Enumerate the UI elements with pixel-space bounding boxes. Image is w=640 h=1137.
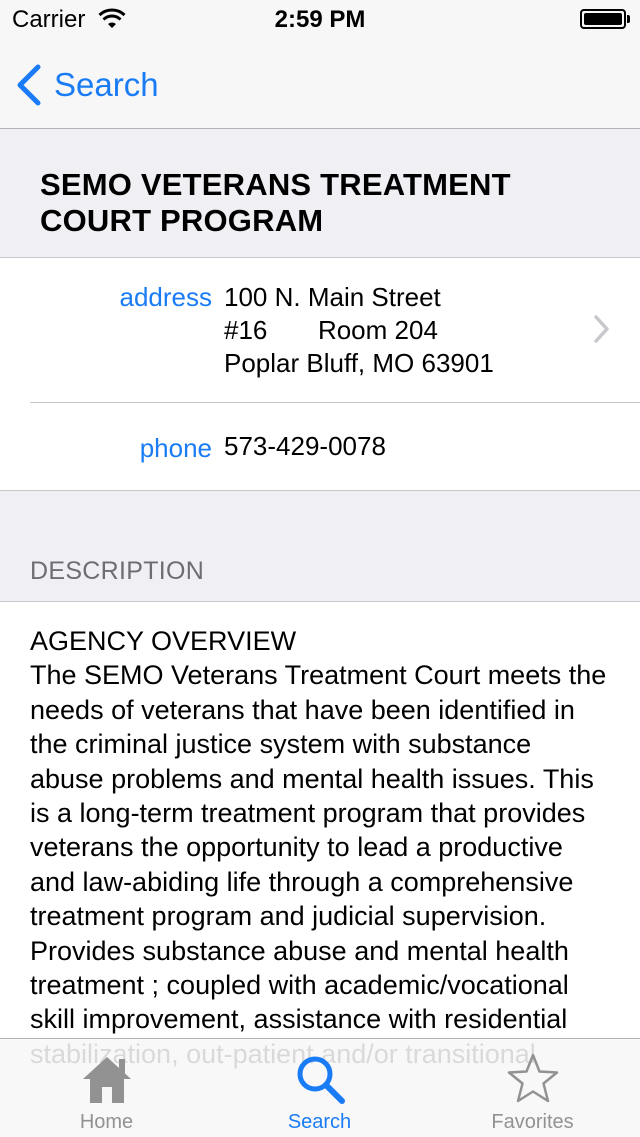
back-button[interactable]: Search (14, 62, 159, 108)
clock: 2:59 PM (274, 6, 366, 33)
phone-value: 573-429-0078 (224, 431, 386, 461)
phone-row[interactable]: phone 573-429-0078 (0, 403, 640, 490)
contact-section: address 100 N. Main Street #16 Room 204 … (0, 258, 640, 491)
address-line: #16 Room 204 (224, 315, 438, 345)
tab-search[interactable]: Search (213, 1039, 426, 1137)
tab-search-label: Search (287, 1111, 352, 1133)
tab-home[interactable]: Home (0, 1039, 213, 1137)
address-line: Poplar Bluff, MO 63901 (224, 348, 494, 378)
navigation-bar: Search (0, 40, 640, 129)
tab-favorites-label: Favorites (491, 1111, 574, 1133)
tab-home-label: Home (79, 1111, 134, 1133)
description-header: DESCRIPTION (0, 491, 640, 602)
title-section: SEMO VETERANS TREATMENT COURT PROGRAM (0, 129, 640, 258)
search-icon (297, 1056, 345, 1104)
address-row[interactable]: address 100 N. Main Street #16 Room 204 … (0, 258, 640, 402)
star-icon (507, 1053, 558, 1103)
description-header-label: DESCRIPTION (30, 557, 205, 585)
battery-icon (580, 9, 630, 29)
tab-favorites[interactable]: Favorites (426, 1039, 639, 1137)
chevron-right-icon (594, 315, 609, 343)
chevron-left-icon (17, 64, 41, 106)
home-icon (82, 1057, 131, 1103)
page-title: SEMO VETERANS TREATMENT COURT PROGRAM (40, 167, 511, 238)
address-value: 100 N. Main Street #16 Room 204 Poplar B… (224, 281, 494, 380)
tab-bar: Home Search Favorites (0, 1038, 640, 1137)
phone-label: phone (139, 433, 212, 463)
address-line: 100 N. Main Street (224, 282, 441, 312)
status-bar: Carrier 2:59 PM (0, 0, 640, 40)
address-label: address (119, 282, 213, 312)
back-button-label: Search (54, 66, 159, 103)
description-text: AGENCY OVERVIEW The SEMO Veterans Treatm… (30, 626, 607, 1069)
